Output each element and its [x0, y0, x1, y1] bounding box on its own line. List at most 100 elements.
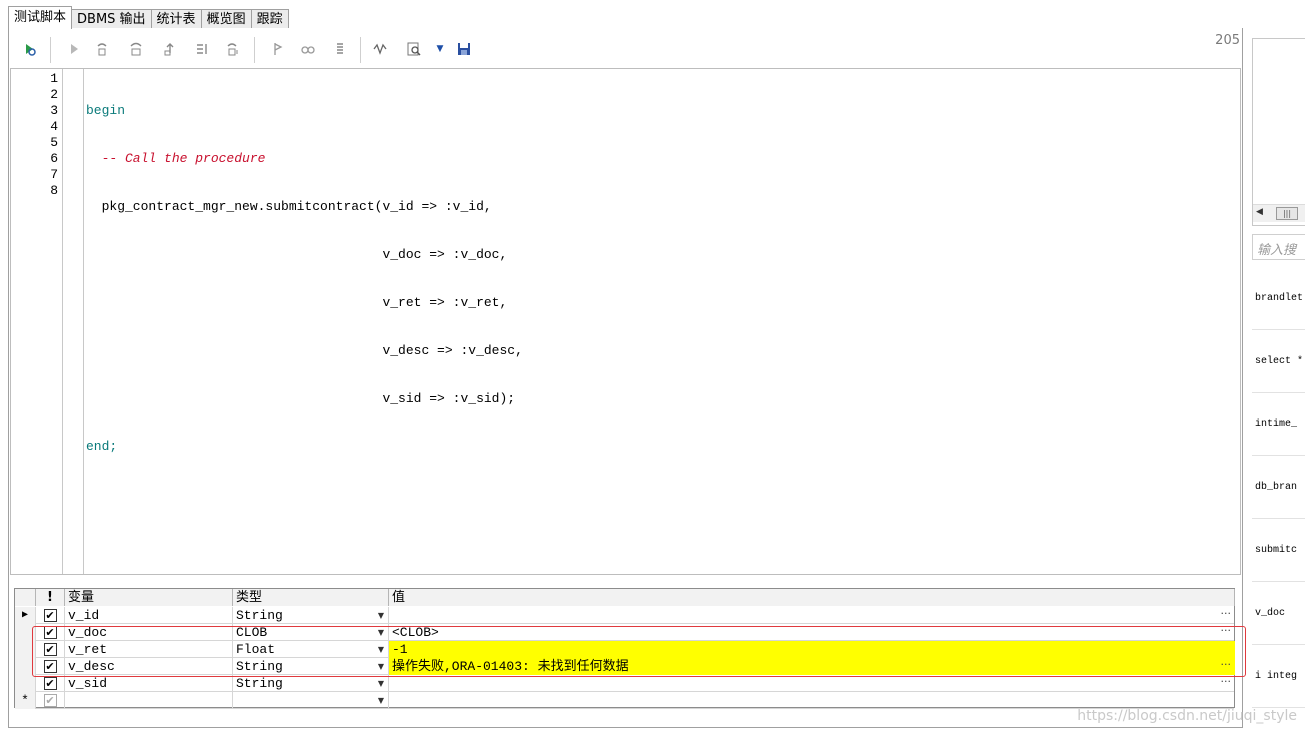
tab-bar: 测试脚本 DBMS 输出 统计表 概览图 跟踪	[8, 6, 289, 29]
chevron-left-icon[interactable]: ◀	[1256, 207, 1263, 217]
step-into-icon[interactable]	[92, 39, 112, 59]
variable-type[interactable]: Float ▼	[233, 641, 389, 658]
debug-trace-icon[interactable]	[370, 39, 390, 59]
variable-value[interactable]: ···	[389, 675, 1235, 692]
type-header[interactable]: 类型	[233, 589, 389, 606]
chevron-down-icon[interactable]: ▼	[378, 641, 384, 658]
breakpoint-icon[interactable]	[268, 39, 288, 59]
variable-type[interactable]: String ▼	[233, 607, 389, 624]
new-row-marker: *	[15, 692, 36, 709]
table-row[interactable]: ▶ ✔ v_id String ▼ ···	[15, 607, 1234, 624]
horizontal-scrollbar[interactable]: ◀ |||	[1253, 204, 1305, 222]
variables-grid: ! 变量 类型 值 ▶ ✔ v_id String ▼ ··· ✔ v_doc C…	[14, 588, 1235, 709]
variable-name[interactable]: v_desc	[65, 658, 233, 675]
enabled-checkbox[interactable]: ✔	[43, 694, 57, 707]
variable-value[interactable]	[389, 692, 1235, 709]
watermark-text: https://blog.csdn.net/jiuqi_style	[1077, 708, 1297, 724]
table-row[interactable]: ✔ v_ret Float ▼ -1	[15, 641, 1235, 658]
line-number-gutter: 1 2 3 4 5 6 7 8	[11, 69, 63, 574]
ellipsis-button[interactable]: ···	[1221, 658, 1232, 672]
list-item[interactable]: select *	[1252, 331, 1305, 393]
step-out-icon[interactable]	[160, 39, 180, 59]
line-number: 3	[50, 103, 58, 118]
list-item[interactable]: brandlet	[1252, 268, 1305, 330]
ellipsis-button[interactable]: ···	[1221, 607, 1232, 621]
enabled-checkbox[interactable]: ✔	[43, 643, 57, 656]
run-icon[interactable]	[20, 39, 40, 59]
run-to-exception-icon[interactable]	[222, 39, 242, 59]
variable-type[interactable]: String ▼	[233, 675, 389, 692]
run-to-cursor-icon[interactable]	[192, 39, 212, 59]
value-header[interactable]: 值	[389, 589, 1235, 606]
tab-trace[interactable]: 跟踪	[250, 9, 289, 29]
stack-icon[interactable]	[330, 39, 350, 59]
new-table-row[interactable]: * ✔ ▼	[15, 692, 1234, 709]
tab-test-script[interactable]: 测试脚本	[8, 6, 73, 29]
code-editor[interactable]: 1 2 3 4 5 6 7 8 begin -- Call the proced…	[10, 68, 1241, 575]
object-browser-box	[1252, 38, 1305, 226]
chevron-down-icon[interactable]: ▼	[378, 607, 384, 624]
list-item[interactable]: i integ	[1252, 646, 1305, 708]
enabled-checkbox[interactable]: ✔	[43, 626, 57, 639]
code-line: pkg_contract_mgr_new.submitcontract(v_id…	[86, 199, 492, 214]
variable-value[interactable]: <CLOB> ···	[389, 624, 1235, 641]
list-item[interactable]: intime_	[1252, 394, 1305, 456]
variable-header[interactable]: 变量	[65, 589, 233, 606]
find-icon[interactable]	[404, 39, 424, 59]
variable-name[interactable]	[65, 692, 233, 709]
code-line: v_desc => :v_desc,	[86, 343, 523, 358]
line-number: 4	[50, 119, 58, 134]
enabled-checkbox[interactable]: ✔	[43, 660, 57, 673]
chevron-down-icon[interactable]: ▼	[378, 624, 384, 641]
code-line: v_ret => :v_ret,	[86, 295, 508, 310]
line-number: 1	[50, 71, 58, 86]
chevron-down-icon[interactable]: ▼	[378, 692, 384, 709]
list-item[interactable]: db_bran	[1252, 457, 1305, 519]
code-text[interactable]: begin -- Call the procedure pkg_contract…	[86, 71, 523, 487]
list-item[interactable]: submitc	[1252, 520, 1305, 582]
char-counter: 205	[1215, 33, 1240, 48]
variable-name[interactable]: v_doc	[65, 624, 233, 641]
enabled-checkbox[interactable]: ✔	[43, 609, 57, 622]
variable-type[interactable]: ▼	[233, 692, 389, 709]
variable-type[interactable]: CLOB ▼	[233, 624, 389, 641]
list-item[interactable]: v_doc	[1252, 583, 1305, 645]
right-side-panel: ◀ ||| 输入搜 brandlet select * intime_ db_b…	[1252, 38, 1305, 728]
variable-name[interactable]: v_id	[65, 607, 233, 624]
line-number: 2	[50, 87, 58, 102]
enabled-header[interactable]: !	[36, 589, 65, 606]
enabled-checkbox[interactable]: ✔	[43, 677, 57, 690]
tab-dbms-output[interactable]: DBMS 输出	[71, 9, 152, 29]
code-line: v_sid => :v_sid);	[86, 391, 516, 406]
code-line: v_doc => :v_doc,	[86, 247, 508, 262]
save-icon[interactable]	[454, 39, 474, 59]
play-icon[interactable]	[64, 39, 84, 59]
line-number: 5	[50, 135, 58, 150]
tab-overview[interactable]: 概览图	[200, 9, 252, 29]
variable-value[interactable]: 操作失败,ORA-01403: 未找到任何数据 ···	[389, 658, 1235, 675]
code-line-comment: -- Call the procedure	[86, 151, 266, 166]
variable-name[interactable]: v_ret	[65, 641, 233, 658]
variable-value[interactable]: ···	[389, 607, 1235, 624]
table-row[interactable]: ✔ v_doc CLOB ▼ <CLOB> ···	[15, 624, 1234, 641]
variable-name[interactable]: v_sid	[65, 675, 233, 692]
table-row[interactable]: ✔ v_sid String ▼ ···	[15, 675, 1234, 692]
chevron-down-icon[interactable]: ▼	[378, 675, 384, 692]
ellipsis-button[interactable]: ···	[1221, 675, 1232, 689]
step-over-icon[interactable]	[126, 39, 146, 59]
dropdown-arrow-icon[interactable]: ▼	[430, 39, 450, 59]
chevron-down-icon[interactable]: ▼	[378, 658, 384, 675]
code-line: end;	[86, 439, 118, 454]
table-row[interactable]: ✔ v_desc String ▼ 操作失败,ORA-01403: 未找到任何数据…	[15, 658, 1235, 675]
tab-statistics[interactable]: 统计表	[150, 9, 202, 29]
line-number: 8	[50, 183, 58, 198]
variable-type[interactable]: String ▼	[233, 658, 389, 675]
variable-value[interactable]: -1	[389, 641, 1235, 658]
line-number: 6	[50, 151, 58, 166]
debug-toolbar: ▼ 205	[10, 33, 1240, 67]
scrollbar-thumb[interactable]: |||	[1276, 207, 1298, 220]
ellipsis-button[interactable]: ···	[1221, 624, 1232, 638]
watch-icon[interactable]	[298, 39, 318, 59]
code-line: begin	[86, 103, 126, 118]
search-input[interactable]: 输入搜	[1252, 234, 1305, 260]
